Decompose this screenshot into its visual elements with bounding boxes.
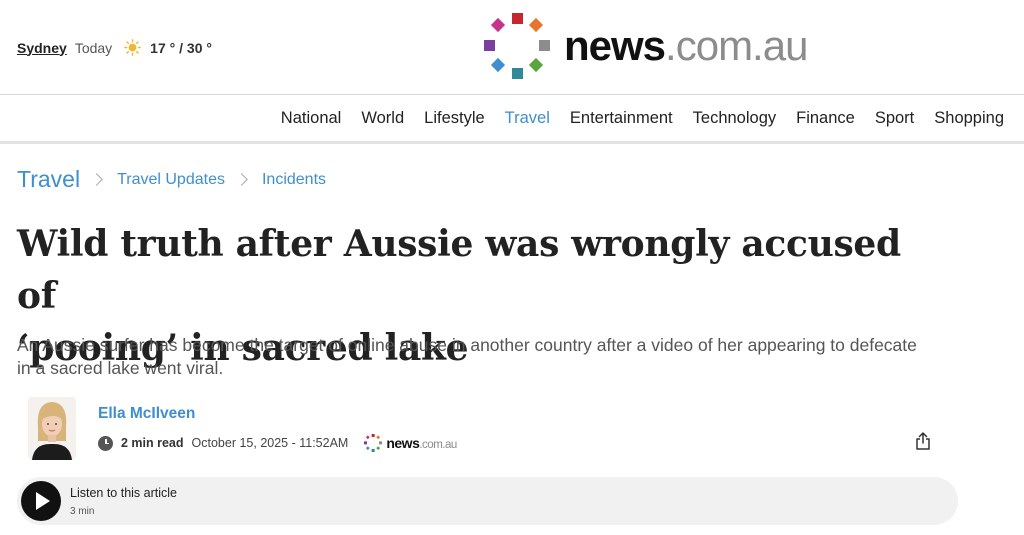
share-icon[interactable] xyxy=(915,432,931,450)
source-word-light: .com.au xyxy=(419,439,457,451)
read-time: 2 min read xyxy=(121,436,184,450)
author-avatar[interactable] xyxy=(28,397,76,460)
source-logo: news.com.au xyxy=(364,434,457,452)
weather-widget[interactable]: Sydney Today 17 ° / 30 ° xyxy=(17,39,212,56)
weather-day: Today xyxy=(74,39,113,56)
logo-word-bold: news xyxy=(564,22,666,69)
sun-icon xyxy=(124,39,142,56)
nav-item-world[interactable]: World xyxy=(361,109,404,128)
logo-word-light: .com.au xyxy=(665,22,808,69)
source-wordmark: news.com.au xyxy=(386,435,457,451)
weather-temperature: 17 ° / 30 ° xyxy=(150,39,212,56)
audio-player: Listen to this article 3 min xyxy=(17,477,958,525)
nav-item-shopping[interactable]: Shopping xyxy=(934,109,1004,128)
source-logo-mark-icon xyxy=(364,434,383,452)
nav-item-sport[interactable]: Sport xyxy=(875,109,914,128)
listen-label: Listen to this article xyxy=(70,486,177,500)
breadcrumb-root[interactable]: Travel xyxy=(17,166,80,193)
nav-item-national[interactable]: National xyxy=(281,109,342,128)
article-standfirst: An Aussie surfer has become the target o… xyxy=(17,335,917,378)
chevron-right-icon xyxy=(235,173,248,186)
author-name[interactable]: Ella McIlveen xyxy=(98,405,195,423)
nav-item-lifestyle[interactable]: Lifestyle xyxy=(424,109,485,128)
clock-icon xyxy=(98,435,113,451)
breadcrumb-incidents[interactable]: Incidents xyxy=(262,171,326,189)
nav-item-technology[interactable]: Technology xyxy=(693,109,776,128)
logo-mark-icon xyxy=(484,13,550,79)
publish-date: October 15, 2025 - 11:52AM xyxy=(191,436,349,450)
play-button[interactable] xyxy=(21,481,61,521)
main-nav: National World Lifestyle Travel Entertai… xyxy=(0,95,1024,144)
author-portrait-icon xyxy=(28,397,76,460)
headline-line-1: Wild truth after Aussie was wrongly accu… xyxy=(17,223,901,317)
breadcrumb-travel-updates[interactable]: Travel Updates xyxy=(117,171,225,189)
site-logo[interactable]: news.com.au xyxy=(484,12,808,80)
logo-wordmark: news.com.au xyxy=(564,22,808,69)
source-word-bold: news xyxy=(386,435,420,451)
chevron-right-icon xyxy=(90,173,103,186)
nav-item-entertainment[interactable]: Entertainment xyxy=(570,109,673,128)
nav-item-travel[interactable]: Travel xyxy=(505,109,550,128)
site-header: Sydney Today 17 ° / 30 ° news.com.au xyxy=(0,0,1024,95)
breadcrumb: Travel Travel Updates Incidents xyxy=(17,166,326,193)
weather-city[interactable]: Sydney xyxy=(17,40,67,56)
nav-item-finance[interactable]: Finance xyxy=(796,109,855,128)
article-meta: 2 min read October 15, 2025 - 11:52AM ne… xyxy=(98,434,457,452)
listen-duration: 3 min xyxy=(70,506,95,517)
